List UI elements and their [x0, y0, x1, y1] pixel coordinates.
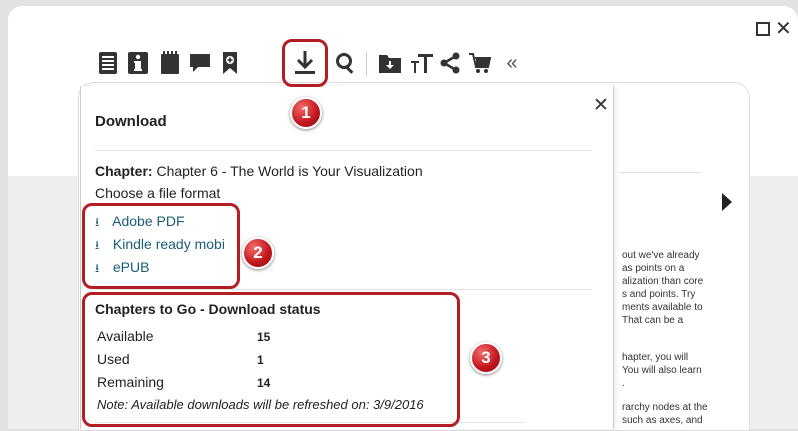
callout-badge-1: 1	[290, 97, 322, 129]
folder-download-icon[interactable]	[378, 50, 402, 76]
comments-icon[interactable]	[188, 50, 212, 76]
callout-badge-2: 2	[242, 237, 274, 269]
content-divider	[620, 172, 700, 173]
callout-box-status	[82, 292, 460, 427]
chapter-value: Chapter 6 - The World is Your Visualizat…	[156, 163, 423, 179]
dialog-title: Download	[95, 113, 167, 130]
choose-format-label: Choose a file format	[95, 185, 221, 201]
collapse-icon[interactable]: «	[500, 50, 524, 76]
callout-ring-download	[282, 39, 328, 87]
book-text-line: That can be a	[622, 315, 684, 326]
window-close-icon[interactable]: ✕	[775, 16, 792, 41]
page-background-left	[8, 176, 80, 429]
text-size-icon[interactable]	[410, 50, 434, 76]
dialog-close-icon[interactable]: ✕	[593, 94, 609, 117]
callout-box-formats	[82, 203, 240, 289]
fullscreen-icon[interactable]	[756, 22, 770, 36]
book-text-line: out we've already	[622, 250, 700, 261]
book-text-line: .	[622, 378, 625, 389]
notes-icon[interactable]	[158, 50, 182, 76]
page-background-right	[748, 176, 798, 429]
search-icon[interactable]	[334, 50, 358, 76]
toc-icon[interactable]	[96, 50, 120, 76]
toolbar-separator	[366, 52, 367, 76]
divider	[95, 150, 592, 151]
chapter-line: Chapter: Chapter 6 - The World is Your V…	[95, 163, 423, 179]
book-text-line: You will also learn	[622, 365, 702, 376]
book-text-line: alization than core	[622, 276, 704, 287]
cart-icon[interactable]	[468, 50, 492, 76]
share-icon[interactable]	[438, 50, 462, 76]
divider	[95, 289, 592, 290]
book-text-line: ments available to	[622, 302, 703, 313]
book-text-line: s and points. Try	[622, 289, 696, 300]
book-text-line: rarchy nodes at the	[622, 402, 708, 413]
chapter-label: Chapter:	[95, 163, 153, 179]
book-text-line: hapter, you will	[622, 352, 689, 363]
callout-badge-3: 3	[470, 342, 502, 374]
book-text-line: such as axes, and	[622, 415, 703, 426]
next-page-arrow-icon[interactable]	[722, 193, 732, 211]
info-icon[interactable]	[126, 50, 150, 76]
bookmark-add-icon[interactable]	[218, 50, 242, 76]
book-text-line: as points on a	[622, 263, 685, 274]
